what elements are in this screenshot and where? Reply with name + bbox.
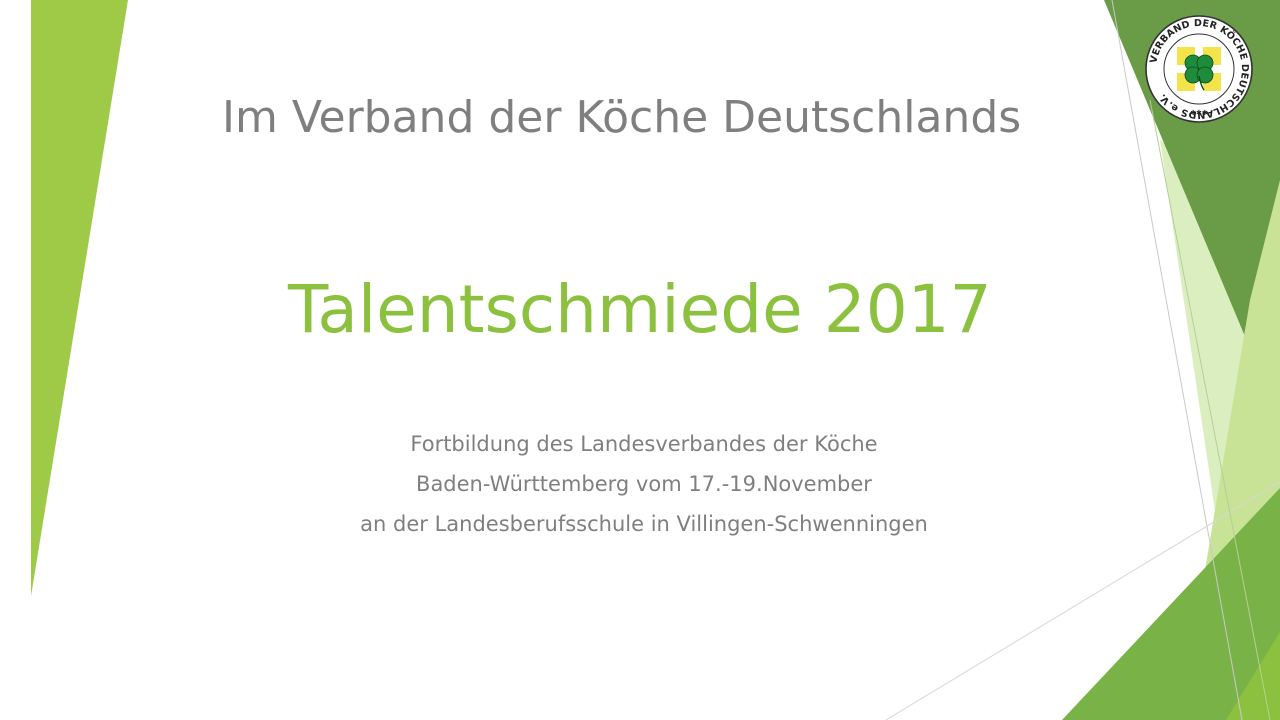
subtitle: Fortbildung des Landesverbandes der Köch…	[344, 424, 944, 544]
pre-title: Im Verband der Köche Deutschlands	[222, 92, 1022, 143]
vkd-logo: VERBAND DER KÖCHE DEUTSCHLANDS e.V. ✱✱✱	[1145, 15, 1253, 123]
slide-title: Talentschmiede 2017	[288, 271, 992, 348]
subtitle-line-2: Baden-Württemberg vom 17.-19.November	[416, 472, 872, 496]
subtitle-line-3: an der Landesberufsschule in Villingen-S…	[360, 512, 928, 536]
logo-stars: ✱✱✱	[1190, 109, 1208, 117]
left-green-wedge	[31, 0, 128, 596]
title-slide: Im Verband der Köche Deutschlands Talent…	[0, 0, 1280, 720]
subtitle-line-1: Fortbildung des Landesverbandes der Köch…	[410, 432, 878, 456]
